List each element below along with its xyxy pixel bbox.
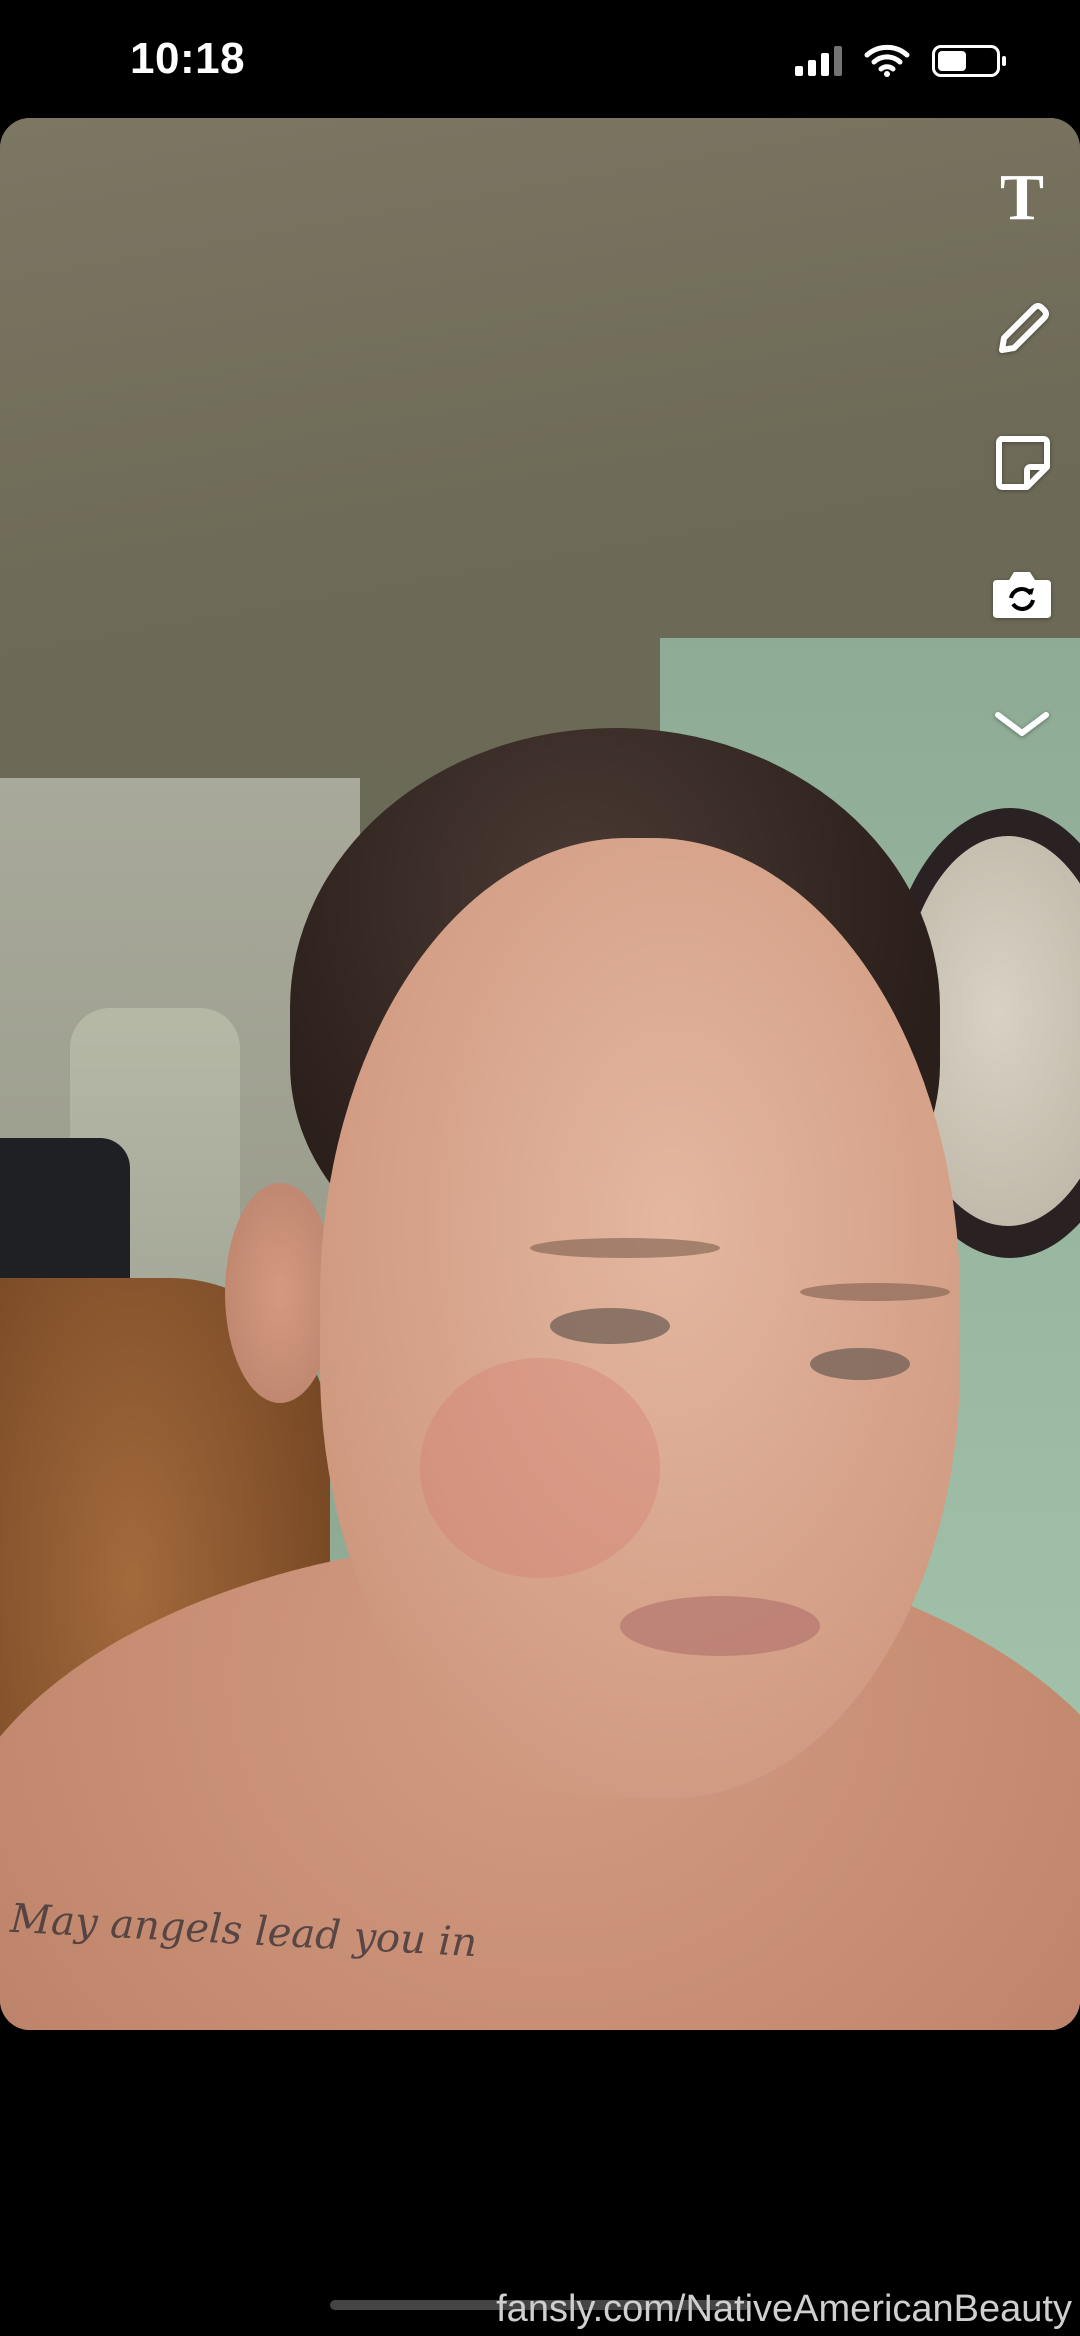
wifi-icon — [864, 44, 910, 77]
editing-toolbar: T — [960, 118, 1080, 818]
eye-left — [550, 1308, 670, 1344]
sticker-tool-button[interactable] — [986, 426, 1058, 498]
status-icons — [795, 44, 1006, 78]
eye-right — [810, 1348, 910, 1380]
text-icon: T — [999, 161, 1045, 234]
watermark: fansly.com/NativeAmericanBeauty — [496, 2288, 1072, 2330]
cellular-signal-icon — [795, 46, 842, 76]
text-tool-button[interactable]: T — [986, 162, 1058, 234]
sticker-icon — [996, 436, 1050, 490]
eyebrow-left — [530, 1238, 720, 1258]
photo-preview[interactable]: May angels lead you in — [0, 118, 1080, 2030]
pencil-tool-button[interactable] — [986, 294, 1058, 366]
pencil-icon — [999, 303, 1049, 353]
cheek — [420, 1358, 660, 1578]
chevron-down-icon — [995, 712, 1049, 736]
status-bar: 10:18 — [0, 0, 1080, 118]
camera-flip-icon — [993, 572, 1051, 618]
battery-icon — [932, 45, 1006, 77]
eyebrow-right — [800, 1283, 950, 1301]
ear — [225, 1183, 335, 1403]
camera-flip-button[interactable] — [986, 558, 1058, 630]
lips — [620, 1596, 820, 1656]
status-time: 10:18 — [130, 34, 246, 83]
more-tools-button[interactable] — [986, 688, 1058, 760]
